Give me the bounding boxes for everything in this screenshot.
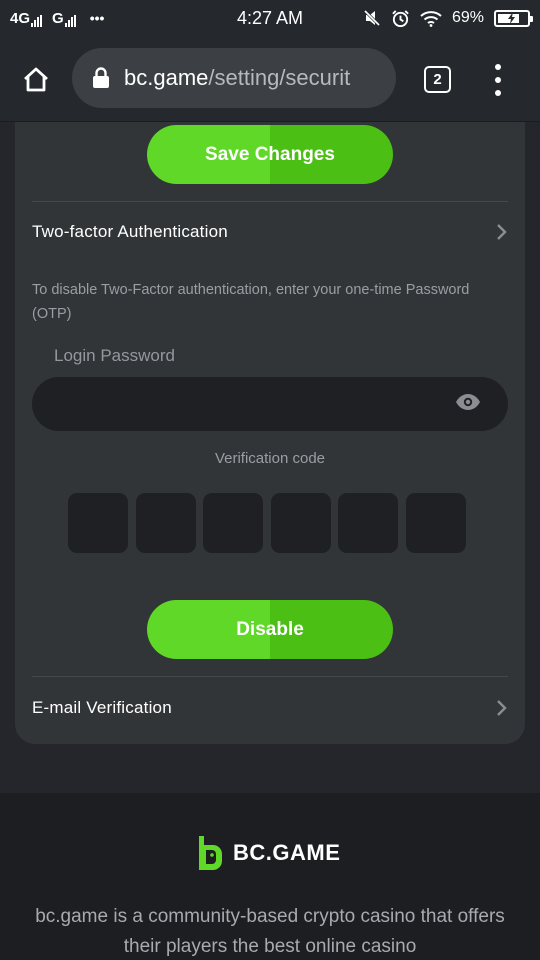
- login-password-label: Login Password: [54, 346, 175, 365]
- signal-icon: [31, 14, 43, 27]
- notification-dots: •••: [89, 10, 105, 26]
- mute-icon: [363, 9, 381, 27]
- menu-dot: [495, 90, 501, 96]
- network-indicator-1: 4G: [10, 9, 43, 27]
- signal-icon-2: [64, 14, 76, 27]
- footer-description: bc.game is a community-based crypto casi…: [35, 906, 505, 957]
- code-digit-input[interactable]: [68, 493, 128, 553]
- code-digit-input[interactable]: [135, 493, 196, 553]
- address-bar[interactable]: bc.game/setting/securit: [72, 48, 396, 108]
- email-verification-row[interactable]: E-mail Verification: [32, 678, 508, 738]
- battery-icon: [494, 9, 533, 27]
- menu-dot: [495, 64, 501, 70]
- disable-label: Disable: [236, 618, 304, 640]
- status-bar: 4G G ••• 4:27 AM 69%: [0, 0, 540, 36]
- browser-toolbar: bc.game/setting/securit 2: [0, 36, 540, 122]
- code-digit-input[interactable]: [203, 493, 263, 553]
- brand-logo[interactable]: BC.GAME: [195, 836, 340, 870]
- lock-icon: [93, 67, 109, 88]
- verification-code-label: Verification code: [214, 450, 326, 467]
- chevron-right-icon: [497, 700, 507, 716]
- charging-bolt-icon: [508, 12, 515, 24]
- two-factor-row[interactable]: Two-factor Authentication: [32, 202, 508, 262]
- url-path: /setting/securit: [208, 65, 351, 90]
- chevron-right-icon: [497, 224, 507, 240]
- code-digit-input[interactable]: [405, 493, 466, 553]
- wifi-icon: [420, 10, 442, 27]
- two-factor-description: To disable Two-Factor authentication, en…: [32, 282, 470, 322]
- login-password-input[interactable]: [32, 377, 508, 431]
- divider: [32, 676, 508, 677]
- battery-percent: 69%: [451, 9, 484, 26]
- two-factor-label: Two-factor Authentication: [32, 222, 228, 241]
- eye-icon[interactable]: [455, 393, 481, 411]
- bc-game-logo-icon: [199, 836, 222, 870]
- tabs-button[interactable]: 2: [424, 66, 451, 93]
- home-icon: [24, 67, 48, 91]
- verification-code-inputs: [68, 493, 466, 553]
- alarm-icon: [392, 9, 409, 27]
- security-card: Save Changes Two-factor Authentication T…: [15, 122, 525, 744]
- email-verification-label: E-mail Verification: [32, 698, 172, 717]
- status-right: 69%: [363, 9, 533, 28]
- status-left: 4G G •••: [10, 10, 104, 27]
- code-digit-input[interactable]: [270, 493, 331, 553]
- code-digit-input[interactable]: [338, 493, 398, 553]
- url-host: bc.game: [124, 65, 209, 90]
- home-button[interactable]: [0, 36, 72, 122]
- save-changes-label: Save Changes: [205, 143, 335, 165]
- network-type-1: 4G: [10, 9, 31, 27]
- network-indicator-2: G: [52, 10, 76, 27]
- brand-name: BC.GAME: [233, 840, 341, 865]
- browser-menu-button[interactable]: [488, 64, 508, 96]
- disable-button[interactable]: Disable: [147, 600, 393, 659]
- network-type-2: G: [52, 9, 64, 27]
- menu-dot: [495, 77, 501, 83]
- tab-count: 2: [433, 71, 442, 88]
- save-changes-button[interactable]: Save Changes: [147, 125, 393, 184]
